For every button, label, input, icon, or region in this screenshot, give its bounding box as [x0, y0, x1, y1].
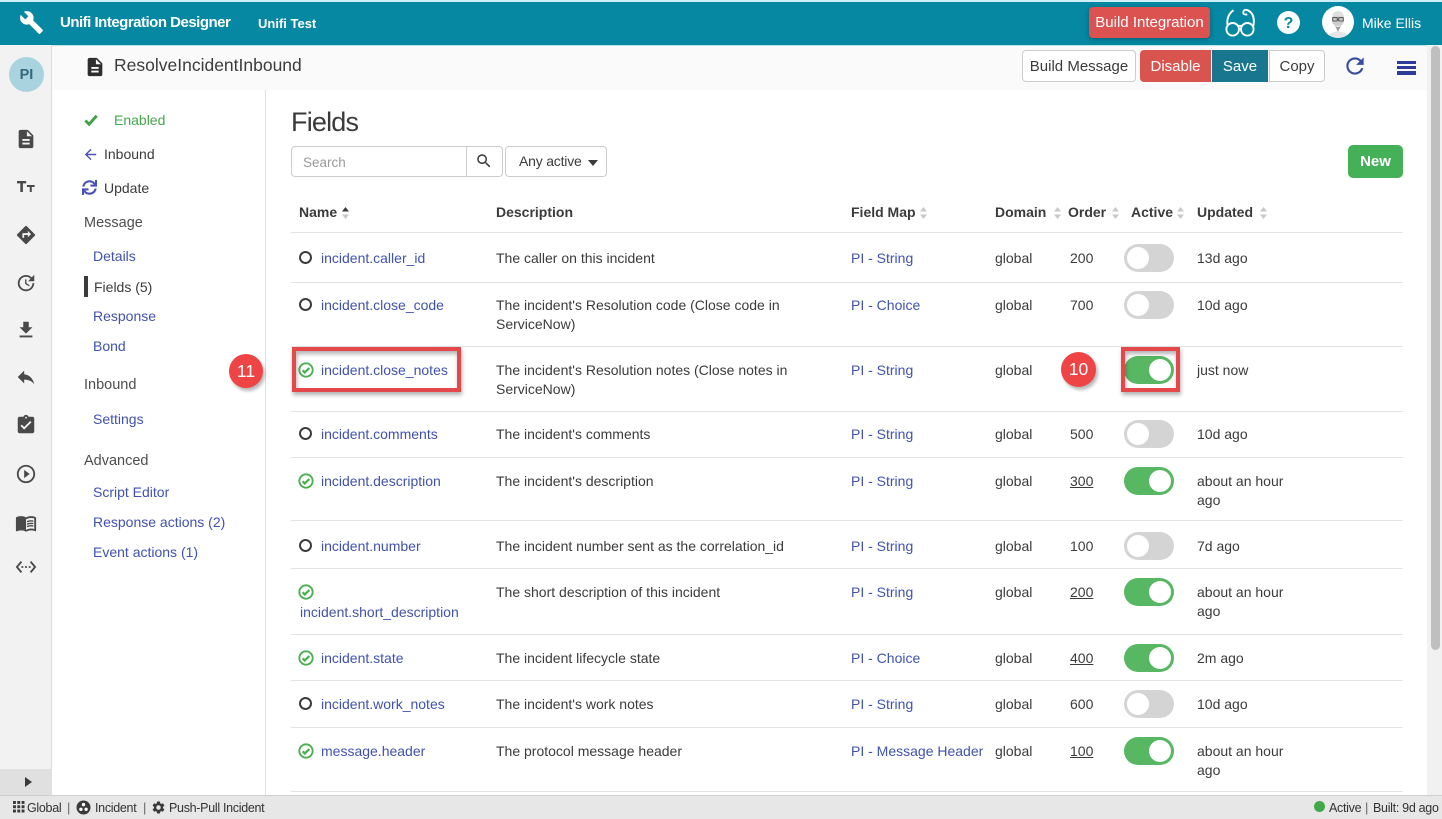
svg-text:?: ? — [1284, 15, 1294, 32]
